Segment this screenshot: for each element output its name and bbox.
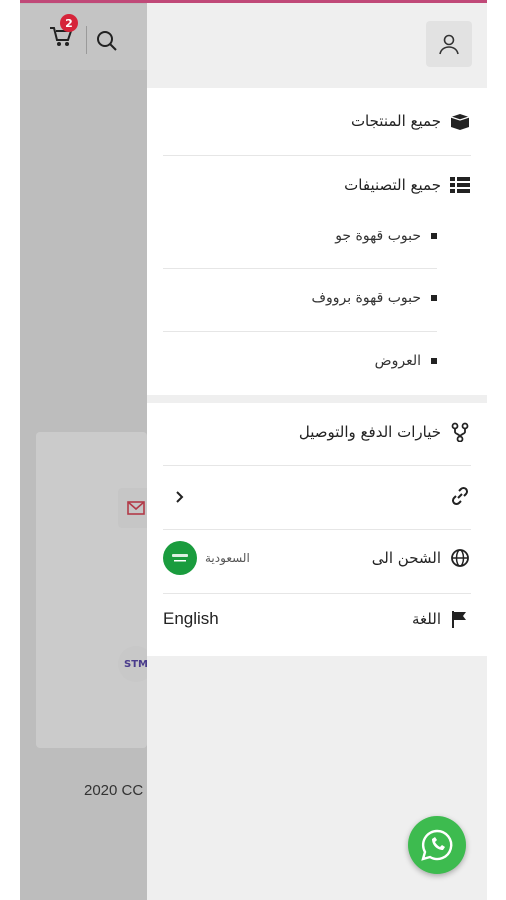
box-icon <box>449 110 471 132</box>
category-label: حبوب قهوة برووف <box>311 290 421 306</box>
user-account-button[interactable] <box>426 21 472 67</box>
cart-count-badge: 2 <box>60 14 78 32</box>
menu-item-ship-to[interactable]: الشحن الى السعودية <box>163 541 471 575</box>
drawer-header <box>147 3 487 82</box>
divider <box>163 155 471 156</box>
globe-icon <box>449 547 471 569</box>
saudi-flag-icon <box>163 541 197 575</box>
header-divider <box>86 26 87 54</box>
menu-section-settings: خيارات الدفع والتوصيل الشحن الى السعودية <box>147 403 487 656</box>
menu-label: الشحن الى <box>371 549 441 567</box>
category-label: العروض <box>374 353 421 369</box>
site-header: 2 <box>20 4 147 70</box>
search-icon[interactable] <box>95 29 119 53</box>
side-drawer: جميع المنتجات جميع التصنيفات حبوب قهوة ج… <box>147 3 487 900</box>
bullet <box>431 358 437 364</box>
menu-item-payment-delivery[interactable]: خيارات الدفع والتوصيل <box>163 421 471 443</box>
footer-card <box>36 432 147 748</box>
bullet <box>431 233 437 239</box>
divider <box>163 593 471 594</box>
copyright-text: 2020 CC <box>84 782 144 799</box>
menu-item-links[interactable] <box>163 485 471 507</box>
bullet <box>431 295 437 301</box>
divider <box>163 529 471 530</box>
user-icon <box>439 34 459 55</box>
chevron-right-icon[interactable] <box>175 489 185 508</box>
menu-item-all-products[interactable]: جميع المنتجات <box>163 110 471 132</box>
whatsapp-icon <box>421 829 453 861</box>
divider <box>163 331 437 332</box>
whatsapp-button[interactable] <box>408 816 466 874</box>
menu-label: جميع التصنيفات <box>344 176 441 194</box>
menu-label: اللغة <box>412 610 441 628</box>
category-item[interactable]: حبوب قهوة جو <box>177 228 437 244</box>
language-value: English <box>163 609 219 628</box>
list-icon <box>449 174 471 196</box>
flag-icon <box>449 608 471 630</box>
category-label: حبوب قهوة جو <box>335 228 421 244</box>
divider <box>163 465 471 466</box>
route-icon <box>449 421 471 443</box>
menu-label: خيارات الدفع والتوصيل <box>298 423 441 441</box>
menu-item-all-categories[interactable]: جميع التصنيفات <box>163 174 471 196</box>
category-item[interactable]: العروض <box>177 353 437 369</box>
menu-section-products: جميع المنتجات جميع التصنيفات حبوب قهوة ج… <box>147 88 487 395</box>
category-item[interactable]: حبوب قهوة برووف <box>177 290 437 306</box>
country-name: السعودية <box>205 551 250 565</box>
menu-item-language[interactable]: اللغة English <box>163 608 471 630</box>
link-icon <box>449 485 471 507</box>
divider <box>163 268 437 269</box>
brand-accent-line <box>20 0 487 3</box>
menu-label: جميع المنتجات <box>350 112 441 130</box>
